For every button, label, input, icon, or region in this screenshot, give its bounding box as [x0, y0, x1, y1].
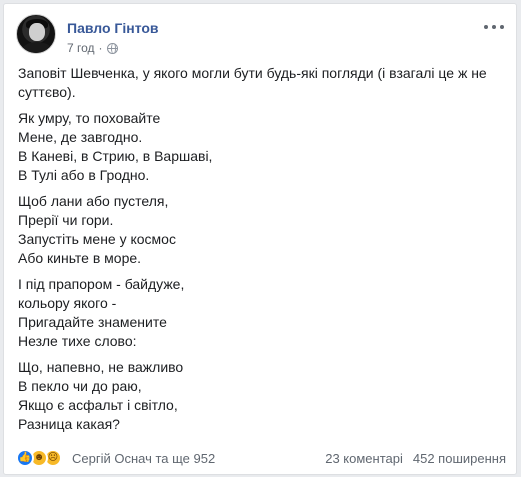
- avatar-face: [29, 23, 45, 41]
- post-paragraph: І під прапором - байдуже, кольору якого …: [18, 276, 185, 349]
- post-stats: 23 коментарі 452 поширення: [325, 451, 506, 466]
- shares-link[interactable]: 452 поширення: [413, 451, 506, 466]
- post-paragraph: Щоб лани або пустеля, Прерії чи гори. За…: [18, 193, 176, 266]
- globe-icon[interactable]: [106, 42, 118, 54]
- avatar[interactable]: [16, 14, 56, 54]
- post-paragraph: Заповіт Шевченка, у якого могли бути буд…: [18, 65, 487, 100]
- post-meta: 7 год ·: [67, 41, 118, 55]
- reactors-link[interactable]: Сергій Оснач та ще 952: [72, 451, 215, 466]
- author-name[interactable]: Павло Гінтов: [67, 20, 159, 36]
- post-card: Павло Гінтов 7 год · Заповіт Шевченка, у…: [3, 3, 517, 475]
- comments-link[interactable]: 23 коментарі: [325, 451, 403, 466]
- post-paragraph: Що, напевно, не важливо В пекло чи до ра…: [18, 359, 184, 432]
- like-icon: 👍: [16, 449, 34, 467]
- reaction-icons[interactable]: 👍 ☻ ☹: [16, 449, 62, 467]
- post-paragraph: Як умру, то поховайте Мене, де завгодно.…: [18, 110, 213, 183]
- post-header: Павло Гінтов 7 год ·: [16, 14, 506, 60]
- avatar-body: [21, 42, 53, 53]
- dot-icon: [492, 25, 496, 29]
- dot-icon: [484, 25, 488, 29]
- post-content: Заповіт Шевченка, у якого могли бути буд…: [18, 64, 506, 441]
- post-footer: 👍 ☻ ☹ Сергій Оснач та ще 952 23 коментар…: [16, 445, 506, 471]
- dot-icon: [500, 25, 504, 29]
- meta-separator: ·: [98, 41, 103, 55]
- more-options-button[interactable]: [484, 20, 504, 34]
- post-time[interactable]: 7 год: [67, 41, 95, 55]
